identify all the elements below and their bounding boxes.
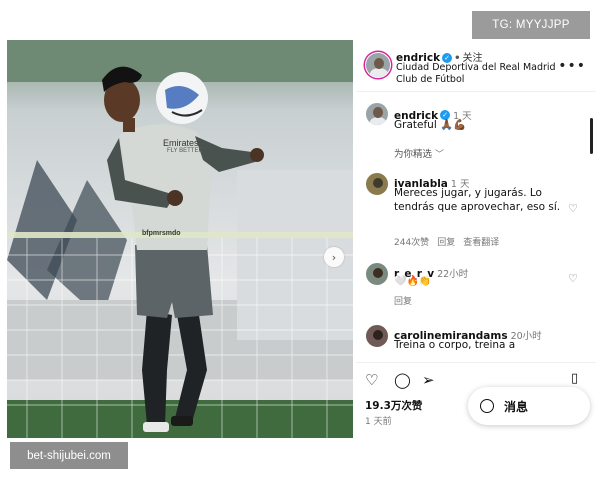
jersey-sponsor-tagline: FLY BETTER (167, 148, 203, 154)
comment-text: Mereces jugar, y jugarás. Lo tendrás que… (394, 187, 561, 213)
like-count[interactable]: 19.3万次赞 (365, 398, 422, 413)
chevron-down-icon: ﹀ (435, 150, 445, 160)
training-photo-illustration (7, 40, 353, 438)
watermark-top: TG: MYYJJPP (472, 11, 590, 39)
post-actions: ♡ ◯ ➢ ▯ 19.3万次赞 1 天前 消息 (356, 362, 596, 438)
share-send-icon[interactable]: ➢ (422, 371, 435, 389)
post-location[interactable]: Ciudad Deportiva del Real Madrid Club de… (396, 62, 556, 86)
commenter-avatar[interactable] (365, 324, 389, 348)
messages-label: 消息 (504, 399, 529, 414)
post-side-panel: endrick ✓ • 关注 Ciudad Deportiva del Real Ma… (356, 40, 596, 438)
comment-item: ivanlabla 1 天 Mereces jugar, y jugarás. L… (356, 168, 588, 252)
watermark-bottom: bet-shijubei.com (10, 442, 128, 469)
comment-filter-label: 为你精选 (394, 149, 433, 160)
bookmark-icon[interactable]: ▯ (571, 371, 578, 386)
chevron-right-icon: › (331, 250, 337, 264)
comment-text: Treina o corpo, treina a (394, 339, 516, 351)
comment-filter[interactable]: 为你精选 ﹀ (394, 146, 444, 160)
comment-like-heart-icon[interactable]: ♡ (568, 202, 578, 215)
net-banner-text: bfpmrsmdo (142, 230, 181, 237)
comment-reply-link[interactable]: 回复 (437, 238, 455, 248)
comment-item: r_e_r_v 22小时 🤍🔥👏 ♡ 回复 (356, 258, 588, 310)
comment-item: carolinemirandams 20小时 Treina o corpo, tr… (356, 320, 588, 358)
caption-item: endrick ✓ 1 天 Grateful 🙏🏾💪🏾 (356, 96, 588, 136)
comment-bubble-icon[interactable]: ◯ (394, 371, 411, 389)
post-header: endrick ✓ • 关注 Ciudad Deportiva del Real Ma… (356, 40, 596, 92)
comment-text: 🤍🔥👏 (394, 276, 432, 287)
comment-reply-link[interactable]: 回复 (394, 297, 412, 307)
comments-list[interactable]: endrick ✓ 1 天 Grateful 🙏🏾💪🏾 为你精选 ﹀ ivanlab… (356, 96, 588, 358)
scrollbar-thumb[interactable] (590, 118, 593, 154)
author-avatar[interactable] (365, 52, 391, 78)
caption-avatar[interactable] (365, 102, 389, 126)
post-photo[interactable]: Emirates FLY BETTER bfpmrsmdo › (7, 40, 353, 438)
messages-button[interactable]: 消息 (468, 387, 590, 425)
carousel-next-button[interactable]: › (324, 247, 344, 267)
like-heart-icon[interactable]: ♡ (365, 371, 378, 389)
comment-like-heart-icon[interactable]: ♡ (568, 272, 578, 285)
commenter-avatar[interactable] (365, 172, 389, 196)
comment-time: 22小时 (437, 269, 469, 280)
post-time-ago: 1 天前 (365, 417, 392, 427)
jersey-sponsor: Emirates (163, 138, 199, 148)
commenter-avatar[interactable] (365, 262, 389, 286)
comments-scrollbar[interactable] (590, 96, 593, 356)
messenger-icon (480, 399, 494, 413)
view-translation-link[interactable]: 查看翻译 (463, 238, 499, 248)
comment-like-count[interactable]: 244次赞 (394, 238, 429, 248)
more-horizontal-icon[interactable]: ••• (558, 58, 586, 74)
caption-text: Grateful 🙏🏾💪🏾 (394, 119, 467, 131)
